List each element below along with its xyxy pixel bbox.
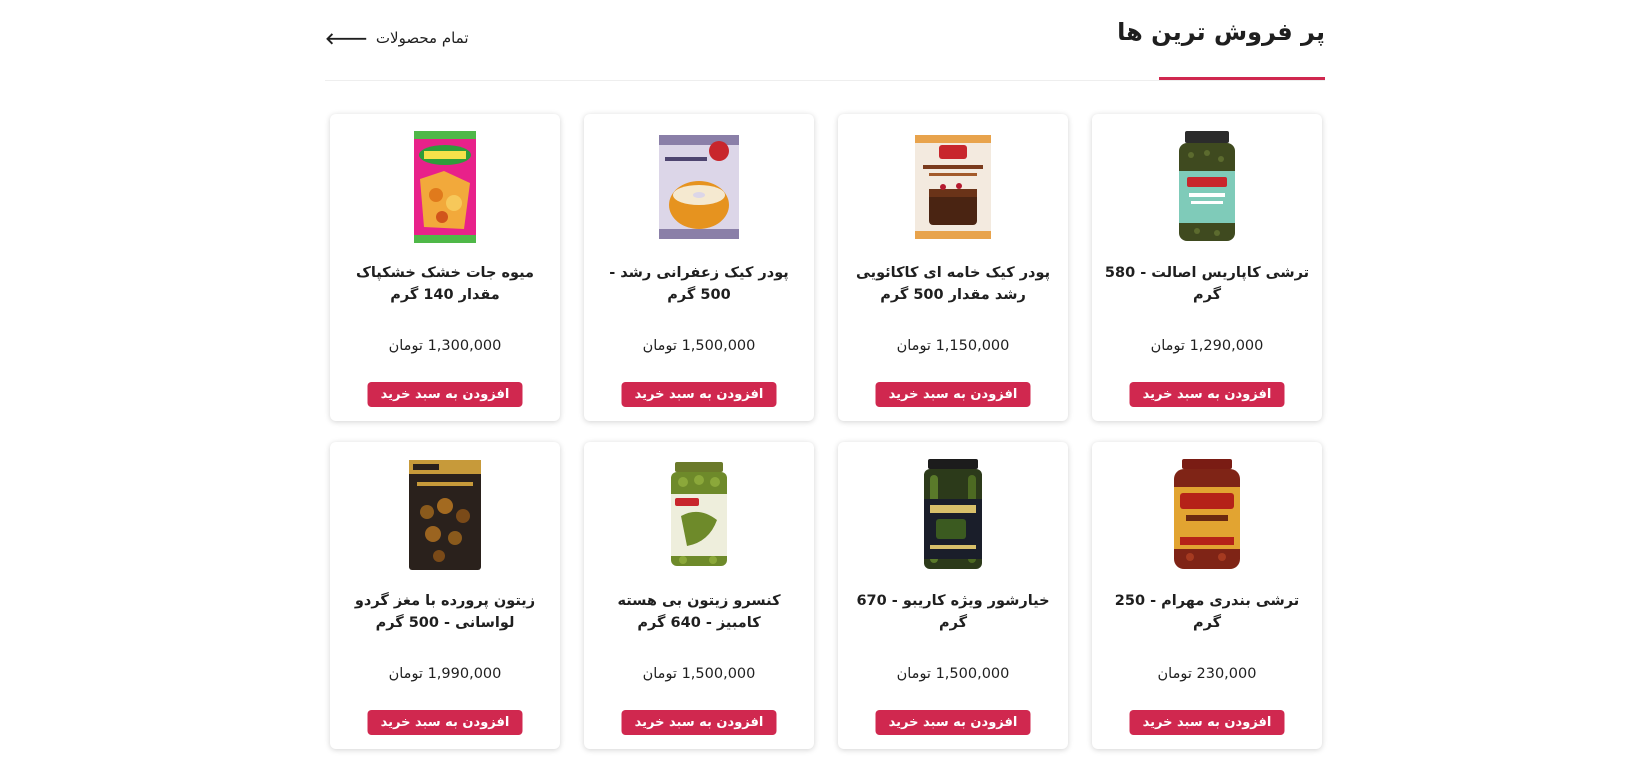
product-card[interactable]: خیارشور ویژه کاریبو - 670 گرم 1,500,000 … — [838, 442, 1068, 749]
product-card[interactable]: کنسرو زیتون بی هسته کامبیز - 640 گرم 1,5… — [584, 442, 814, 749]
add-to-cart-button[interactable]: افزودن به سبد خرید — [621, 710, 777, 735]
section-header: پر فروش ترین ها تمام محصولات 🡐 — [325, 0, 1325, 81]
product-name[interactable]: میوه جات خشک خشکپاک مقدار 140 گرم — [342, 262, 548, 310]
add-to-cart-button[interactable]: افزودن به سبد خرید — [875, 382, 1031, 407]
add-to-cart-button[interactable]: افزودن به سبد خرید — [1129, 382, 1285, 407]
product-card[interactable]: ترشی بندری مهرام - 250 گرم 230,000 تومان… — [1092, 442, 1322, 749]
product-card[interactable]: زیتون پرورده با مغز گردو لواسانی - 500 گ… — [330, 442, 560, 749]
title-underline — [1159, 77, 1325, 80]
chocolate-cake-box-image[interactable] — [898, 128, 1008, 246]
product-price: 1,300,000 تومان — [388, 338, 502, 354]
add-to-cart-button[interactable]: افزودن به سبد خرید — [621, 382, 777, 407]
section-title: پر فروش ترین ها — [1117, 18, 1325, 46]
all-products-link[interactable]: تمام محصولات 🡐 — [325, 28, 469, 48]
all-products-label: تمام محصولات — [375, 29, 469, 47]
product-card[interactable]: میوه جات خشک خشکپاک مقدار 140 گرم 1,300,… — [330, 114, 560, 421]
cucumber-jar-image[interactable] — [898, 456, 1008, 574]
add-to-cart-button[interactable]: افزودن به سبد خرید — [1129, 710, 1285, 735]
product-name[interactable]: پودر کیک خامه ای کاکائویی رشد مقدار 500 … — [850, 262, 1056, 310]
product-price: 1,150,000 تومان — [896, 338, 1010, 354]
product-name[interactable]: کنسرو زیتون بی هسته کامبیز - 640 گرم — [596, 590, 802, 638]
best-sellers-section: پر فروش ترین ها تمام محصولات 🡐 ترشی کاپا… — [0, 0, 1650, 776]
add-to-cart-button[interactable]: افزودن به سبد خرید — [367, 382, 523, 407]
olive-jar-image[interactable] — [644, 456, 754, 574]
product-card[interactable]: پودر کیک زعفرانی رشد - 500 گرم 1,500,000… — [584, 114, 814, 421]
product-price: 230,000 تومان — [1157, 666, 1257, 682]
product-name[interactable]: ترشی کاپاریس اصالت - 580 گرم — [1104, 262, 1310, 310]
product-name[interactable]: پودر کیک زعفرانی رشد - 500 گرم — [596, 262, 802, 310]
add-to-cart-button[interactable]: افزودن به سبد خرید — [875, 710, 1031, 735]
add-to-cart-button[interactable]: افزودن به سبد خرید — [367, 710, 523, 735]
dried-fruit-bag-image[interactable] — [390, 128, 500, 246]
product-grid: ترشی کاپاریس اصالت - 580 گرم 1,290,000 ت… — [330, 114, 1322, 754]
product-price: 1,500,000 تومان — [642, 666, 756, 682]
product-price: 1,990,000 تومان — [388, 666, 502, 682]
olive-pouch-image[interactable] — [390, 456, 500, 574]
pickle-jar-image[interactable] — [1152, 456, 1262, 574]
product-name[interactable]: ترشی بندری مهرام - 250 گرم — [1104, 590, 1310, 638]
product-name[interactable]: زیتون پرورده با مغز گردو لواسانی - 500 گ… — [342, 590, 548, 638]
product-price: 1,290,000 تومان — [1150, 338, 1264, 354]
saffron-cake-box-image[interactable] — [644, 128, 754, 246]
caper-jar-image[interactable] — [1152, 128, 1262, 246]
product-price: 1,500,000 تومان — [896, 666, 1010, 682]
product-name[interactable]: خیارشور ویژه کاریبو - 670 گرم — [850, 590, 1056, 638]
arrow-left-icon: 🡐 — [325, 29, 368, 48]
product-card[interactable]: ترشی کاپاریس اصالت - 580 گرم 1,290,000 ت… — [1092, 114, 1322, 421]
product-price: 1,500,000 تومان — [642, 338, 756, 354]
product-card[interactable]: پودر کیک خامه ای کاکائویی رشد مقدار 500 … — [838, 114, 1068, 421]
